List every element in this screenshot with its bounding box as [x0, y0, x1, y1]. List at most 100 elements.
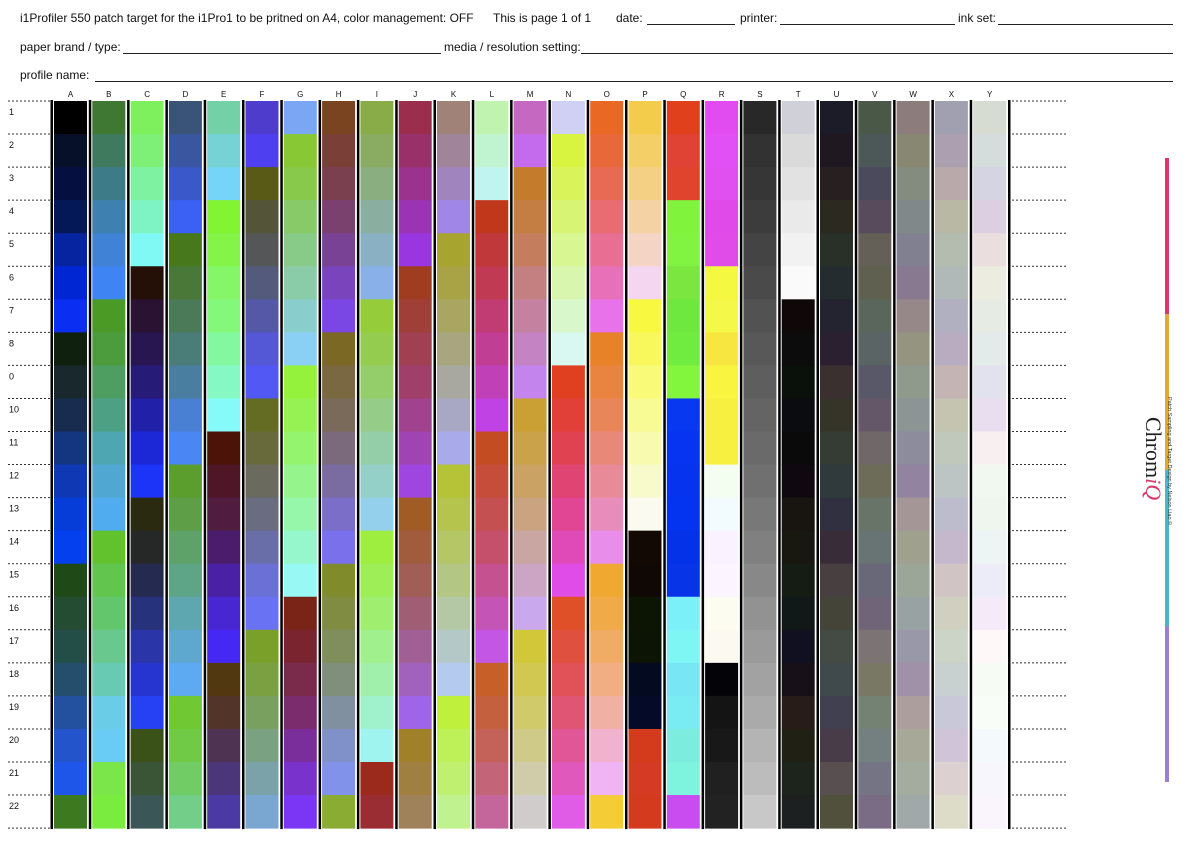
color-patch [666, 365, 700, 399]
color-patch [666, 762, 700, 796]
color-patch [54, 431, 87, 466]
color-patch [743, 795, 777, 829]
color-patch [475, 266, 509, 300]
color-patch [858, 134, 892, 168]
color-patch [207, 266, 241, 300]
color-patch [934, 596, 968, 631]
color-patch [590, 596, 624, 631]
color-patch [590, 398, 624, 432]
chromiq-logo: Patch Sampling and Target Design by Nels… [1141, 397, 1173, 525]
color-patch [92, 762, 126, 796]
color-patch [398, 762, 432, 796]
color-patch [398, 101, 432, 135]
color-patch [398, 266, 432, 300]
color-patch [513, 134, 547, 168]
color-patch [820, 662, 853, 697]
color-patch [781, 464, 815, 499]
color-patch [437, 629, 470, 664]
color-patch [475, 563, 509, 598]
color-patch [551, 398, 585, 432]
row-label: 10 [9, 404, 19, 414]
color-patch [743, 695, 777, 730]
color-patch [973, 596, 1007, 631]
color-patch [475, 200, 509, 234]
color-patch [207, 167, 241, 201]
color-patch [130, 365, 164, 399]
color-patch [207, 530, 241, 565]
color-patch [666, 728, 700, 763]
color-patch [283, 497, 317, 532]
column-separator [1008, 100, 1011, 830]
color-patch [475, 101, 509, 135]
color-patch [360, 233, 394, 267]
column-label: Y [987, 90, 993, 99]
color-patch [168, 299, 202, 333]
color-patch [54, 200, 87, 234]
color-patch [666, 233, 700, 267]
color-patch [743, 299, 777, 333]
color-patch [973, 299, 1007, 333]
color-patch [475, 497, 509, 532]
column-separator [969, 100, 973, 830]
color-patch [820, 431, 853, 466]
color-patch [743, 332, 777, 366]
color-patch [666, 200, 700, 234]
color-patch [513, 762, 547, 796]
color-patch [781, 299, 815, 333]
column-label: C [144, 90, 150, 99]
column-label: A [68, 90, 74, 99]
color-patch [705, 497, 739, 532]
color-patch [551, 464, 585, 499]
color-patch [475, 299, 509, 333]
color-patch [781, 431, 815, 466]
color-patch [666, 695, 700, 730]
color-patch [92, 398, 126, 432]
color-patch [666, 101, 700, 135]
color-patch [92, 134, 126, 168]
color-patch [628, 795, 662, 829]
color-patch [820, 464, 853, 499]
color-patch [743, 365, 777, 399]
color-patch [437, 233, 470, 267]
color-patch [666, 629, 700, 664]
color-patch [92, 332, 126, 366]
color-patch [360, 762, 394, 796]
color-patch [513, 431, 547, 466]
color-patch [973, 695, 1007, 730]
color-patch [896, 695, 930, 730]
color-patch [130, 233, 164, 267]
color-patch [973, 167, 1007, 201]
color-patch [168, 728, 202, 763]
color-patch [322, 431, 356, 466]
column-label: E [221, 90, 226, 99]
column-separator [318, 100, 322, 830]
color-patch [973, 563, 1007, 598]
color-patch [322, 266, 356, 300]
color-patch [628, 167, 662, 201]
color-patch [666, 464, 700, 499]
color-patch [207, 728, 241, 763]
color-patch [398, 365, 432, 399]
row-label: 12 [9, 471, 19, 481]
color-patch [820, 299, 853, 333]
column-label: N [566, 90, 572, 99]
color-patch [437, 266, 470, 300]
color-patch [820, 497, 853, 532]
color-patch [781, 101, 815, 135]
color-patch [551, 497, 585, 532]
column-label: M [527, 90, 534, 99]
color-patch [92, 167, 126, 201]
color-patch [705, 629, 739, 664]
color-patch [551, 596, 585, 631]
color-patch [820, 167, 853, 201]
color-patch [360, 167, 394, 201]
color-patch [437, 167, 470, 201]
color-patch [590, 233, 624, 267]
color-patch [781, 398, 815, 432]
color-patch [705, 398, 739, 432]
color-patch [666, 795, 700, 829]
color-patch [513, 695, 547, 730]
color-patch [934, 101, 968, 135]
color-patch [398, 563, 432, 598]
color-patch [475, 167, 509, 201]
